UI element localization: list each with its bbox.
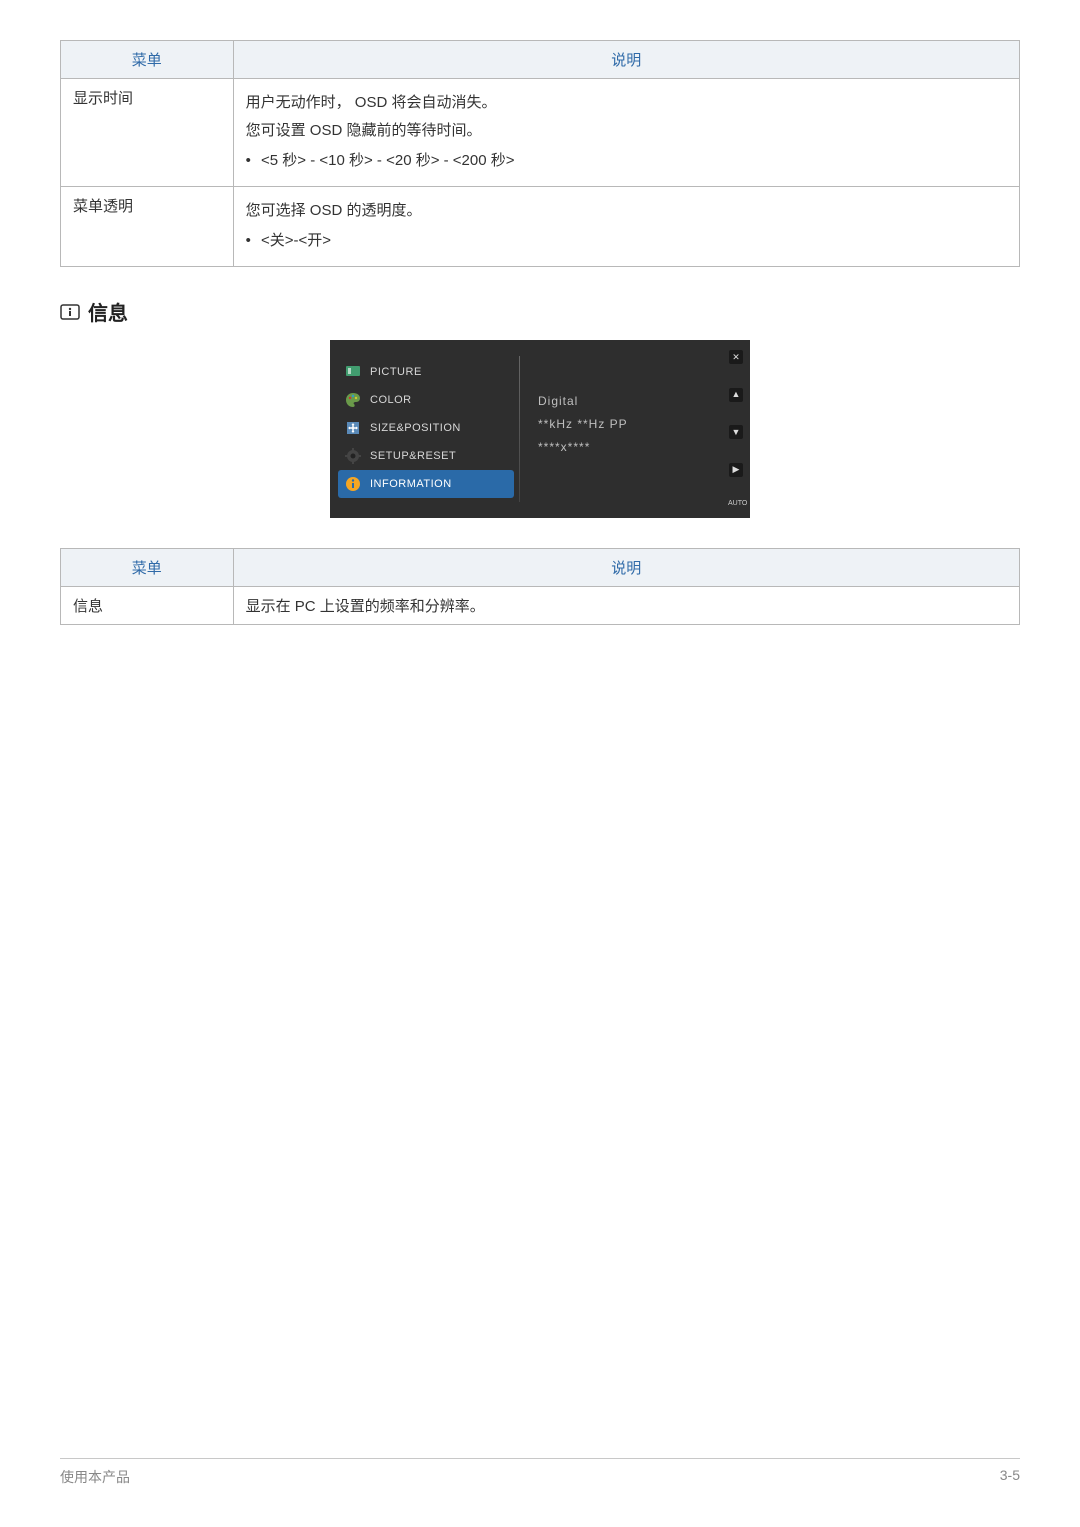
desc-cell-information: 显示在 PC 上设置的频率和分辨率。 [233, 587, 1019, 625]
auto-label: AUTO [728, 500, 744, 510]
table1-header-desc: 说明 [233, 41, 1019, 79]
osd-item-information: INFORMATION [338, 470, 514, 498]
menu-cell-display-time: 显示时间 [61, 79, 234, 187]
desc-bullet: <关>-<开> [246, 227, 1007, 254]
color-icon [344, 391, 362, 409]
picture-icon [344, 363, 362, 381]
size-position-icon [344, 419, 362, 437]
osd-screenshot: PICTURE COLOR SIZE&POSITION [330, 340, 750, 518]
osd-info-line: ****x**** [538, 436, 736, 459]
table2-header-desc: 说明 [233, 549, 1019, 587]
table2-header-menu: 菜单 [61, 549, 234, 587]
gear-icon [344, 447, 362, 465]
osd-label: SETUP&RESET [370, 450, 456, 462]
osd-item-color: COLOR [330, 386, 520, 414]
desc-cell-display-time: 用户无动作时， OSD 将会自动消失。 您可设置 OSD 隐藏前的等待时间。 <… [233, 79, 1019, 187]
osd-settings-table: 菜单 说明 显示时间 用户无动作时， OSD 将会自动消失。 您可设置 OSD … [60, 40, 1020, 267]
info-icon [60, 302, 80, 322]
footer-page-number: 3-5 [1000, 1467, 1020, 1487]
section-title-information: 信息 [60, 297, 1020, 326]
osd-info-line: Digital [538, 390, 736, 413]
osd-label: COLOR [370, 394, 412, 406]
right-arrow-icon: ▶ [729, 463, 743, 477]
footer-left: 使用本产品 [60, 1467, 130, 1487]
menu-cell-transparency: 菜单透明 [61, 187, 234, 267]
desc-cell-transparency: 您可选择 OSD 的透明度。 <关>-<开> [233, 187, 1019, 267]
osd-label: SIZE&POSITION [370, 422, 461, 434]
section-title-text: 信息 [88, 297, 128, 326]
osd-item-picture: PICTURE [330, 358, 520, 386]
osd-menu-list: PICTURE COLOR SIZE&POSITION [330, 344, 520, 514]
menu-cell-information: 信息 [61, 587, 234, 625]
information-table: 菜单 说明 信息 显示在 PC 上设置的频率和分辨率。 [60, 548, 1020, 625]
osd-item-setup-reset: SETUP&RESET [330, 442, 520, 470]
desc-line: 用户无动作时， OSD 将会自动消失。 [246, 91, 1007, 115]
desc-line: 您可设置 OSD 隐藏前的等待时间。 [246, 119, 1007, 143]
desc-bullet: <5 秒> - <10 秒> - <20 秒> - <200 秒> [246, 147, 1007, 174]
osd-side-buttons: ✕ ▲ ▼ ▶ AUTO [728, 350, 744, 510]
down-arrow-icon: ▼ [729, 425, 743, 439]
desc-line: 您可选择 OSD 的透明度。 [246, 199, 1007, 223]
close-icon: ✕ [729, 350, 743, 364]
info-circle-icon [344, 475, 362, 493]
table1-header-menu: 菜单 [61, 41, 234, 79]
up-arrow-icon: ▲ [729, 388, 743, 402]
osd-info-panel: Digital **kHz **Hz PP ****x**** [520, 344, 746, 514]
osd-label: INFORMATION [370, 478, 452, 490]
page-footer: 使用本产品 3-5 [60, 1458, 1020, 1487]
osd-label: PICTURE [370, 366, 422, 378]
table-row: 信息 显示在 PC 上设置的频率和分辨率。 [61, 587, 1020, 625]
table-row: 菜单透明 您可选择 OSD 的透明度。 <关>-<开> [61, 187, 1020, 267]
osd-item-size-position: SIZE&POSITION [330, 414, 520, 442]
table-row: 显示时间 用户无动作时， OSD 将会自动消失。 您可设置 OSD 隐藏前的等待… [61, 79, 1020, 187]
osd-info-line: **kHz **Hz PP [538, 413, 736, 436]
